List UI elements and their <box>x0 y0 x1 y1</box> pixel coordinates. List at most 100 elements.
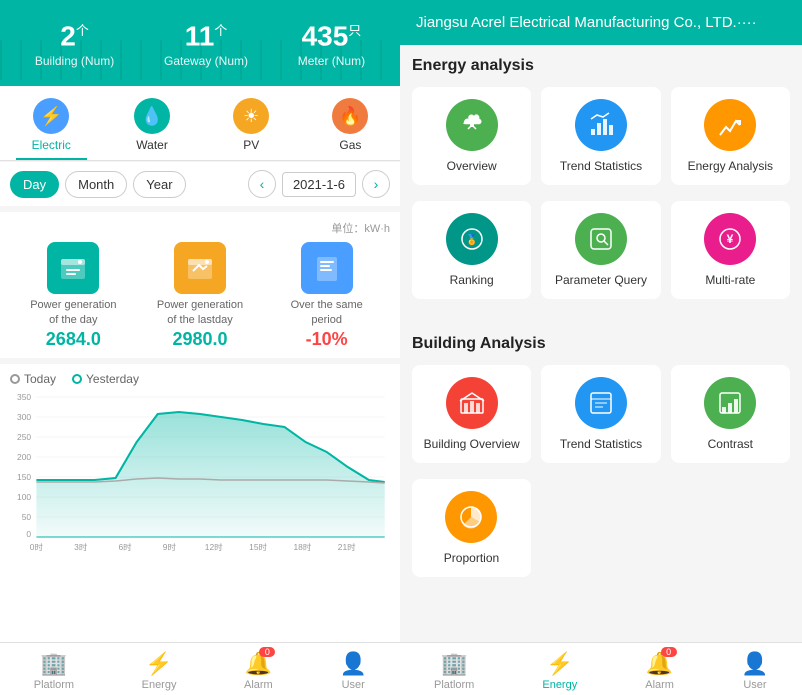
trend-stats-icon <box>575 99 627 151</box>
chart-section: Today Yesterday 350 300 250 200 150 100 … <box>0 364 400 642</box>
day-button[interactable]: Day <box>10 171 59 198</box>
platform-label-right: Platlorm <box>434 679 474 691</box>
user-label-left: User <box>342 679 365 691</box>
energy-analysis-label: Energy Analysis <box>688 159 773 173</box>
alarm-label-left: Alarm <box>244 679 273 691</box>
gateway-stat: 11个 Gateway (Num) <box>164 20 248 68</box>
overview-label: Overview <box>447 159 497 173</box>
pv-icon: ☀ <box>233 98 269 134</box>
tab-electric[interactable]: ⚡ Electric <box>16 94 87 160</box>
water-icon: 💧 <box>134 98 170 134</box>
energy-label-left: Energy <box>142 679 177 691</box>
menu-ranking[interactable]: 🏅 Ranking <box>412 201 531 299</box>
date-display: 2021-1-6 <box>282 172 356 197</box>
tab-pv[interactable]: ☀ PV <box>217 94 285 160</box>
building-overview-label: Building Overview <box>424 437 520 451</box>
gateway-label: Gateway (Num) <box>164 54 248 68</box>
energy-analysis-icon <box>704 99 756 151</box>
energy-label-right: Energy <box>542 679 577 691</box>
svg-text:🏅: 🏅 <box>465 233 477 246</box>
svg-text:6时: 6时 <box>118 542 131 552</box>
gas-icon: 🔥 <box>332 98 368 134</box>
energy-section-title: Energy analysis <box>412 57 790 75</box>
contrast-icon <box>704 377 756 429</box>
svg-text:21时: 21时 <box>338 542 356 552</box>
power-stats: 单位：kW·h Power generationof the day 2684.… <box>0 212 400 358</box>
tab-gas[interactable]: 🔥 Gas <box>316 94 384 160</box>
menu-trend-stats2[interactable]: Trend Statistics <box>541 365 660 463</box>
alarm-badge-right: 0 <box>661 647 677 657</box>
water-label: Water <box>136 138 168 152</box>
building-overview-icon <box>446 377 498 429</box>
pv-label: PV <box>243 138 259 152</box>
nav-energy-right[interactable]: ⚡ Energy <box>542 651 577 691</box>
power-lastday-label: Power generationof the lastday <box>137 298 264 327</box>
company-title: Jiangsu Acrel Electrical Manufacturing C… <box>416 14 757 31</box>
ranking-icon: 🏅 <box>446 213 498 265</box>
svg-text:9时: 9时 <box>163 542 176 552</box>
next-date-button[interactable]: › <box>362 170 390 198</box>
legend-yesterday: Yesterday <box>72 372 139 386</box>
nav-user-left[interactable]: 👤 User <box>340 651 366 691</box>
meter-label: Meter (Num) <box>298 54 365 68</box>
alarm-icon-left: 🔔 0 <box>245 651 271 677</box>
unit-label: 单位：kW·h <box>10 220 390 236</box>
menu-contrast[interactable]: Contrast <box>671 365 790 463</box>
yesterday-dot <box>72 374 82 384</box>
prev-date-button[interactable]: ‹ <box>248 170 276 198</box>
year-button[interactable]: Year <box>133 171 185 198</box>
left-panel: 2个 Building (Num) 11个 Gateway (Num) 435只… <box>0 0 400 695</box>
nav-user-right[interactable]: 👤 User <box>742 651 768 691</box>
menu-energy-analysis[interactable]: Energy Analysis <box>671 87 790 185</box>
month-button[interactable]: Month <box>65 171 127 198</box>
menu-building-overview[interactable]: Building Overview <box>412 365 531 463</box>
power-today-icon <box>47 242 99 294</box>
ranking-label: Ranking <box>450 273 494 287</box>
gateway-number: 11个 <box>164 20 248 52</box>
proportion-icon <box>445 491 497 543</box>
power-period-icon <box>301 242 353 294</box>
tab-water[interactable]: 💧 Water <box>118 94 186 160</box>
platform-label-left: Platlorm <box>34 679 74 691</box>
meter-number: 435只 <box>298 20 365 52</box>
nav-energy-left[interactable]: ⚡ Energy <box>142 651 177 691</box>
multi-rate-icon: ¥ <box>704 213 756 265</box>
overview-icon <box>446 99 498 151</box>
legend-today: Today <box>10 372 56 386</box>
menu-overview[interactable]: Overview <box>412 87 531 185</box>
menu-trend-stats[interactable]: Trend Statistics <box>541 87 660 185</box>
nav-alarm-left[interactable]: 🔔 0 Alarm <box>244 651 273 691</box>
power-period-card: Over the sameperiod -10% <box>263 242 390 350</box>
power-today-value: 2684.0 <box>10 329 137 350</box>
power-period-label: Over the sameperiod <box>263 298 390 327</box>
building-number: 2个 <box>35 20 114 52</box>
power-lastday-card: Power generationof the lastday 2980.0 <box>137 242 264 350</box>
svg-text:12时: 12时 <box>205 542 223 552</box>
menu-proportion[interactable]: Proportion <box>412 479 531 577</box>
svg-text:350: 350 <box>17 393 32 402</box>
svg-text:100: 100 <box>17 493 32 502</box>
date-bar: Day Month Year ‹ 2021-1-6 › <box>0 162 400 206</box>
right-header: Jiangsu Acrel Electrical Manufacturing C… <box>400 0 802 45</box>
multi-rate-label: Multi-rate <box>705 273 755 287</box>
date-nav: ‹ 2021-1-6 › <box>248 170 390 198</box>
menu-parameter-query[interactable]: Parameter Query <box>541 201 660 299</box>
nav-platform-left[interactable]: 🏢 Platlorm <box>34 651 74 691</box>
chart-area: 350 300 250 200 150 100 50 0 <box>10 392 390 552</box>
svg-text:0时: 0时 <box>30 542 43 552</box>
svg-text:300: 300 <box>17 413 32 422</box>
right-content: Energy analysis Overview <box>400 45 802 642</box>
platform-icon-right: 🏢 <box>441 651 467 677</box>
nav-alarm-right[interactable]: 🔔 0 Alarm <box>645 651 674 691</box>
nav-platform-right[interactable]: 🏢 Platlorm <box>434 651 474 691</box>
trend-stats2-label: Trend Statistics <box>560 437 642 451</box>
menu-multi-rate[interactable]: ¥ Multi-rate <box>671 201 790 299</box>
svg-text:3时: 3时 <box>74 542 87 552</box>
power-today-label: Power generationof the day <box>10 298 137 327</box>
building-row-1: Building Overview Trend Statistics <box>412 365 790 463</box>
svg-text:15时: 15时 <box>249 542 267 552</box>
electric-label: Electric <box>32 138 71 152</box>
section-divider <box>400 315 802 323</box>
proportion-label: Proportion <box>444 551 499 565</box>
svg-text:¥: ¥ <box>727 232 734 246</box>
